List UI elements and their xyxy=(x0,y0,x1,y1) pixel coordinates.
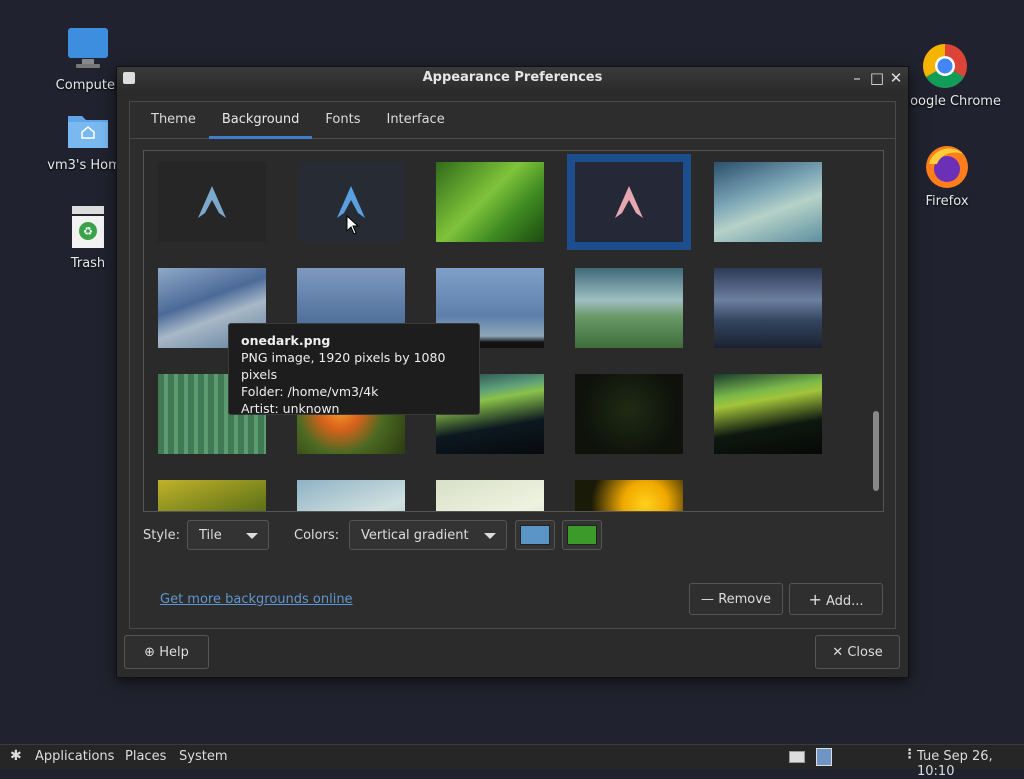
home-folder-icon xyxy=(64,106,112,154)
desktop-icon-label: Google Chrome xyxy=(900,94,1001,109)
arch-logo-icon xyxy=(198,186,226,218)
thumbnail-tooltip: onedark.png PNG image, 1920 pixels by 10… xyxy=(228,323,480,416)
gnome-foot-icon[interactable]: ✱ xyxy=(10,748,22,764)
wallpaper-thumbnail[interactable] xyxy=(714,268,822,348)
tab-fonts[interactable]: Fonts xyxy=(312,102,373,138)
tooltip-folder: Folder: /home/vm3/4k xyxy=(241,384,379,399)
desktop-icon-firefox[interactable]: Firefox xyxy=(902,142,992,209)
wallpaper-thumbnail[interactable] xyxy=(158,162,266,242)
wallpaper-thumbnail-selected[interactable] xyxy=(567,154,691,250)
secondary-color-button[interactable] xyxy=(562,520,602,550)
close-button[interactable]: ✕ Close xyxy=(815,635,900,669)
colors-combobox[interactable]: Vertical gradient xyxy=(349,520,507,550)
gallery-scrollbar[interactable] xyxy=(873,411,879,491)
desktop-icon-chrome[interactable]: Google Chrome xyxy=(900,42,1001,109)
wallpaper-thumbnail[interactable] xyxy=(436,480,544,511)
remove-button[interactable]: — Remove xyxy=(689,583,783,615)
tab-interface[interactable]: Interface xyxy=(373,102,457,138)
tooltip-image-info: PNG image, 1920 pixels by 1080 pixels xyxy=(241,350,446,382)
wallpaper-thumbnail[interactable] xyxy=(575,480,683,511)
computer-icon xyxy=(64,26,112,74)
colors-value: Vertical gradient xyxy=(361,528,469,543)
minimize-button[interactable]: – xyxy=(848,69,866,87)
tab-background[interactable]: Background xyxy=(208,102,313,139)
workspace-switcher-icon[interactable] xyxy=(816,748,832,766)
system-menu[interactable]: System xyxy=(179,749,227,764)
close-window-button[interactable]: ✕ xyxy=(887,69,905,87)
wallpaper-thumbnail[interactable] xyxy=(575,374,683,454)
mouse-cursor-icon xyxy=(346,215,360,235)
chevron-down-icon xyxy=(484,533,496,539)
trash-icon: ♻ xyxy=(64,204,112,252)
preferences-notebook: Theme Background Fonts Interface onedark… xyxy=(129,101,896,629)
wallpaper-thumbnail[interactable] xyxy=(714,162,822,242)
add-button[interactable]: + Add... xyxy=(789,583,883,615)
maximize-button[interactable]: □ xyxy=(868,69,886,87)
more-options-icon[interactable]: ⋮ xyxy=(903,747,916,762)
desktop-icon-label: Firefox xyxy=(925,194,969,209)
close-icon: ✕ xyxy=(832,645,844,660)
remove-label: Remove xyxy=(718,592,771,607)
help-icon: ⊕ xyxy=(144,645,156,660)
colors-label: Colors: xyxy=(294,528,340,543)
color-swatch xyxy=(520,525,550,545)
background-gallery[interactable]: onedark.png PNG image, 1920 pixels by 10… xyxy=(143,150,884,512)
appearance-preferences-window: Appearance Preferences – □ ✕ Theme Backg… xyxy=(116,66,909,678)
style-value: Tile xyxy=(199,528,222,543)
wallpaper-thumbnail[interactable] xyxy=(297,480,405,511)
chrome-icon xyxy=(921,42,969,90)
help-button[interactable]: ⊕ Help xyxy=(124,635,209,669)
tab-theme[interactable]: Theme xyxy=(138,102,209,138)
bottom-panel: ✱ Applications Places System ⋮ Tue Sep 2… xyxy=(0,744,1024,779)
show-desktop-icon[interactable] xyxy=(789,751,805,763)
wallpaper-thumbnail[interactable] xyxy=(714,374,822,454)
title-bar[interactable]: Appearance Preferences – □ ✕ xyxy=(117,67,908,89)
wallpaper-thumbnail[interactable] xyxy=(575,268,683,348)
svg-text:♻: ♻ xyxy=(83,225,93,238)
color-swatch xyxy=(567,525,597,545)
minus-icon: — xyxy=(701,592,715,607)
close-label: Close xyxy=(847,645,883,660)
tab-bar: Theme Background Fonts Interface xyxy=(130,102,895,139)
wallpaper-thumbnail[interactable] xyxy=(436,162,544,242)
window-title: Appearance Preferences xyxy=(422,70,603,85)
plus-icon: + xyxy=(808,590,822,609)
applications-menu[interactable]: Applications xyxy=(35,749,114,764)
primary-color-button[interactable] xyxy=(515,520,555,550)
arch-logo-icon xyxy=(615,186,643,218)
add-label: Add... xyxy=(825,594,864,609)
style-label: Style: xyxy=(143,528,181,543)
clock[interactable]: Tue Sep 26, 10:10 xyxy=(917,749,1024,779)
help-label: Help xyxy=(159,645,189,660)
wallpaper-thumbnail[interactable] xyxy=(158,480,266,511)
tooltip-title: onedark.png xyxy=(241,333,331,348)
places-menu[interactable]: Places xyxy=(125,749,166,764)
chevron-down-icon xyxy=(246,533,258,539)
get-more-backgrounds-link[interactable]: Get more backgrounds online xyxy=(160,592,353,607)
style-combobox[interactable]: Tile xyxy=(187,520,269,550)
tooltip-artist: Artist: unknown xyxy=(241,401,340,416)
firefox-icon xyxy=(923,142,971,190)
